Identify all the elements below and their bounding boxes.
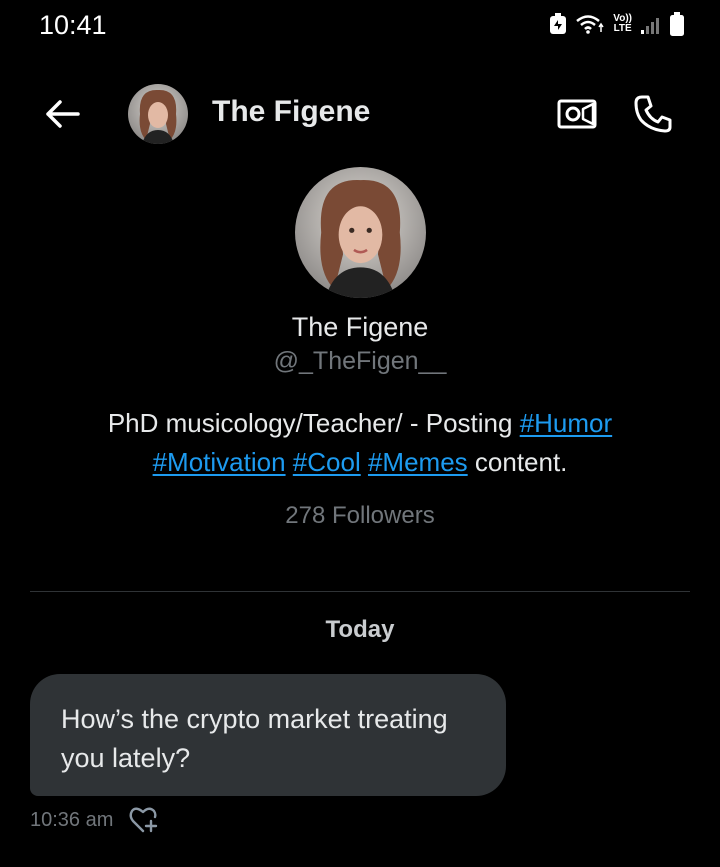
voice-call-button[interactable] (632, 93, 674, 135)
hashtag-cool[interactable]: #Cool (293, 447, 361, 477)
header-name[interactable]: The Figene (212, 95, 370, 129)
avatar-image (295, 167, 426, 298)
message-bubble[interactable]: How’s the crypto market treating you lat… (30, 674, 506, 796)
header-avatar[interactable] (128, 84, 188, 144)
video-call-button[interactable] (556, 96, 598, 132)
profile-bio: PhD musicology/Teacher/ - Posting #Humor… (40, 404, 680, 482)
day-separator: Today (325, 616, 395, 643)
hashtag-memes[interactable]: #Memes (368, 447, 468, 477)
heart-plus-icon (129, 807, 158, 833)
hashtag-motivation[interactable]: #Motivation (153, 447, 286, 477)
status-bar: 10:41 Vo)) LTE (0, 0, 720, 52)
battery-icon (670, 12, 684, 36)
back-arrow-icon (46, 100, 80, 128)
bio-prefix: PhD musicology/Teacher/ - Posting (107, 408, 520, 438)
message-time: 10:36 am (30, 808, 114, 831)
video-call-icon (557, 99, 597, 129)
message-meta: 10:36 am (30, 806, 159, 834)
status-time: 10:41 (39, 10, 107, 40)
bio-suffix: content. (467, 447, 568, 477)
conversation-header: The Figene (0, 80, 720, 148)
add-reaction-button[interactable] (129, 806, 159, 834)
battery-saver-icon (549, 13, 567, 35)
profile-avatar[interactable] (295, 167, 426, 298)
divider (30, 591, 690, 592)
hashtag-humor[interactable]: #Humor (520, 408, 612, 438)
volte-line2: LTE (613, 23, 632, 34)
status-icons: Vo)) LTE (549, 12, 684, 36)
message-text: How’s the crypto market treating you lat… (61, 704, 448, 773)
back-button[interactable] (42, 94, 82, 134)
profile-handle: @_TheFigen__ (273, 347, 447, 375)
wifi-icon (575, 13, 605, 35)
volte-indicator: Vo)) LTE (613, 14, 632, 34)
avatar-image (128, 84, 188, 144)
followers-count[interactable]: 278 Followers (0, 502, 720, 530)
signal-icon (640, 13, 662, 35)
phone-icon (634, 95, 672, 133)
profile-name: The Figene (291, 312, 429, 342)
